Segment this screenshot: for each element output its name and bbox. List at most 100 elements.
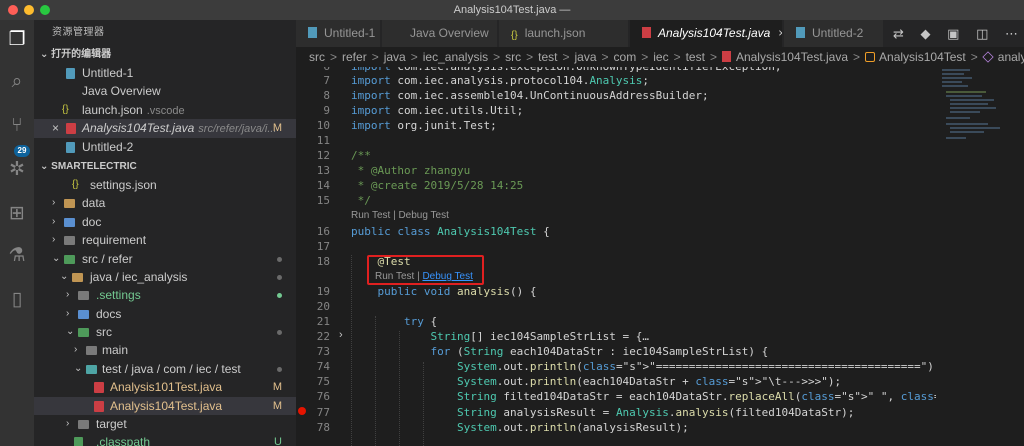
source-control-icon[interactable]: ⑂ [5,114,29,138]
open-editor-item[interactable]: Untitled-2 [34,138,296,156]
breadcrumb-item[interactable]: src [505,50,521,64]
explorer-sidebar: 资源管理器 ⌄ 打开的编辑器 Untitled-1 Java Overview … [34,20,296,446]
tree-item[interactable]: {} settings.json [34,176,296,194]
close-window-button[interactable] [8,5,18,15]
panel-icon[interactable]: ▯ [5,288,29,312]
folder-open-icon [86,364,97,374]
breadcrumb-item[interactable]: test [686,50,705,64]
minimize-window-button[interactable] [24,5,34,15]
code-line[interactable]: 17 [296,239,936,254]
tab-untitled-2[interactable]: Untitled-2 [784,20,884,47]
code-line[interactable]: 13 * @Author zhangyu [296,163,936,178]
code-line[interactable]: 14 * @create 2019/5/28 14:25 [296,178,936,193]
modified-dot [277,256,282,262]
code-line[interactable]: 8 import com.iec.assemble104.UnContinuous… [296,88,936,103]
chevron-right-icon: › [74,344,78,356]
code-line[interactable]: 16 public class Analysis104Test { [296,224,936,239]
close-icon[interactable]: × [778,26,782,40]
tree-item[interactable]: ⌄ test / java / com / iec / test [34,360,296,378]
tree-item-label: .classpath [96,435,151,446]
compare-icon[interactable]: ⇄ [893,26,904,41]
code-line[interactable]: 75 System.out.println(each104DataStr + c… [296,374,936,389]
test-flask-icon[interactable]: ⚗ [5,244,29,268]
tree-item[interactable]: .classpath U [34,433,296,446]
breadcrumb-separator: > [853,50,861,64]
breadcrumb-item[interactable]: refer [342,50,367,64]
code-line[interactable]: 20 [296,299,936,314]
debug-test-link[interactable]: Debug Test [398,210,448,221]
tree-item[interactable]: ⌄ java / iec_analysis [34,268,296,286]
modified-dot [277,274,282,280]
more-icon[interactable]: ⋯ [1005,26,1018,41]
chevron-down-icon: ⌄ [66,326,75,338]
open-editor-item-active[interactable]: × Analysis104Test.java src/refer/java/i..… [34,119,296,138]
tree-item[interactable]: › data [34,194,296,212]
breadcrumb-item[interactable]: java [384,50,406,64]
chevron-down-icon: ⌄ [52,252,61,264]
open-editors-header[interactable]: ⌄ 打开的编辑器 [34,46,296,64]
tree-item[interactable]: ⌄ src / refer [34,250,296,268]
tree-item[interactable]: › target [34,415,296,433]
code-line[interactable]: 9 import com.iec.utils.Util; [296,103,936,118]
project-header[interactable]: ⌄ SMARTELECTRIC [34,158,296,176]
tree-item[interactable]: › .settings [34,286,296,304]
tree-item-label: java / iec_analysis [90,269,188,284]
breakpoint-icon[interactable] [298,407,306,415]
breadcrumb-item[interactable]: analysis() [998,50,1024,64]
breadcrumb-item[interactable]: Analysis104Test.java [736,50,848,64]
breadcrumb-separator: > [410,50,418,64]
breadcrumb-item[interactable]: src [309,50,325,64]
code-line[interactable]: 22 String[] iec104SampleStrList = {… [296,329,936,344]
breadcrumb-separator: > [709,50,717,64]
tree-item[interactable]: Analysis101Test.java M [34,378,296,396]
code-line[interactable]: 19 public void analysis() { [296,284,936,299]
tree-item-selected[interactable]: Analysis104Test.java M [34,396,296,416]
open-editor-item[interactable]: {} launch.json .vscode [34,101,296,119]
open-editor-item[interactable]: Untitled-1 [34,64,296,82]
preview-icon[interactable]: ▣ [947,26,959,41]
tab-analysis104test[interactable]: Analysis104Test.java× [630,20,783,47]
code-text: import org.junit.Test; [351,119,497,132]
explorer-icon[interactable]: ❐ [5,28,29,52]
tab-java-overview[interactable]: Java Overview [382,20,498,47]
search-icon[interactable]: ⌕ [5,70,29,94]
tree-item[interactable]: › main [34,341,296,359]
tree-item[interactable]: › requirement [34,231,296,249]
breadcrumb-separator: > [330,50,338,64]
code-text: String analysisResult = Analysis.analysi… [456,406,855,419]
code-line[interactable]: 15 */ [296,193,936,208]
breadcrumb-item[interactable]: test [538,50,557,64]
tree-item[interactable]: › docs [34,305,296,323]
code-line[interactable]: 78 System.out.println(analysisResult); [296,420,936,435]
breadcrumb-item[interactable]: java [575,50,597,64]
split-editor-icon[interactable]: ◫ [976,26,988,41]
tree-item[interactable]: ⌄ src [34,323,296,341]
minimap[interactable] [938,67,1024,446]
code-line[interactable]: 12 /** [296,148,936,163]
breadcrumb-item[interactable]: iec [653,50,668,64]
close-icon[interactable]: × [52,119,59,137]
git-icon[interactable]: ◆ [921,26,931,41]
code-line[interactable]: 21 try { [296,314,936,329]
breadcrumb-separator: > [526,50,534,64]
breadcrumb-item[interactable]: com [614,50,637,64]
code-line[interactable]: 77 String analysisResult = Analysis.anal… [296,405,936,420]
code-line[interactable]: 7 import com.iec.analysis.protocol104.Ana… [296,73,936,88]
line-number: 75 [316,375,330,388]
fold-chevron-icon[interactable]: › [339,329,343,341]
debug-icon[interactable]: ✲ [5,158,29,182]
code-line[interactable]: 74 System.out.println(class="s">"=======… [296,359,936,374]
tab-launch-json[interactable]: {} launch.json [499,20,629,47]
breadcrumb-item[interactable]: Analysis104Test [879,50,966,64]
code-line[interactable]: 73 for (String each104DataStr : iec104Sa… [296,344,936,359]
maximize-window-button[interactable] [40,5,50,15]
tab-untitled-1[interactable]: Untitled-1 [296,20,381,47]
code-line[interactable]: 10 import org.junit.Test; [296,118,936,133]
tree-item[interactable]: › doc [34,213,296,231]
code-line[interactable]: 11 [296,133,936,148]
breadcrumb-item[interactable]: iec_analysis [423,50,488,64]
code-line[interactable]: 76 String filted104DataStr = each104Data… [296,389,936,404]
open-editor-item[interactable]: Java Overview [34,82,296,100]
extensions-icon[interactable]: ⊞ [5,202,29,226]
run-test-link[interactable]: Run Test [351,210,390,221]
